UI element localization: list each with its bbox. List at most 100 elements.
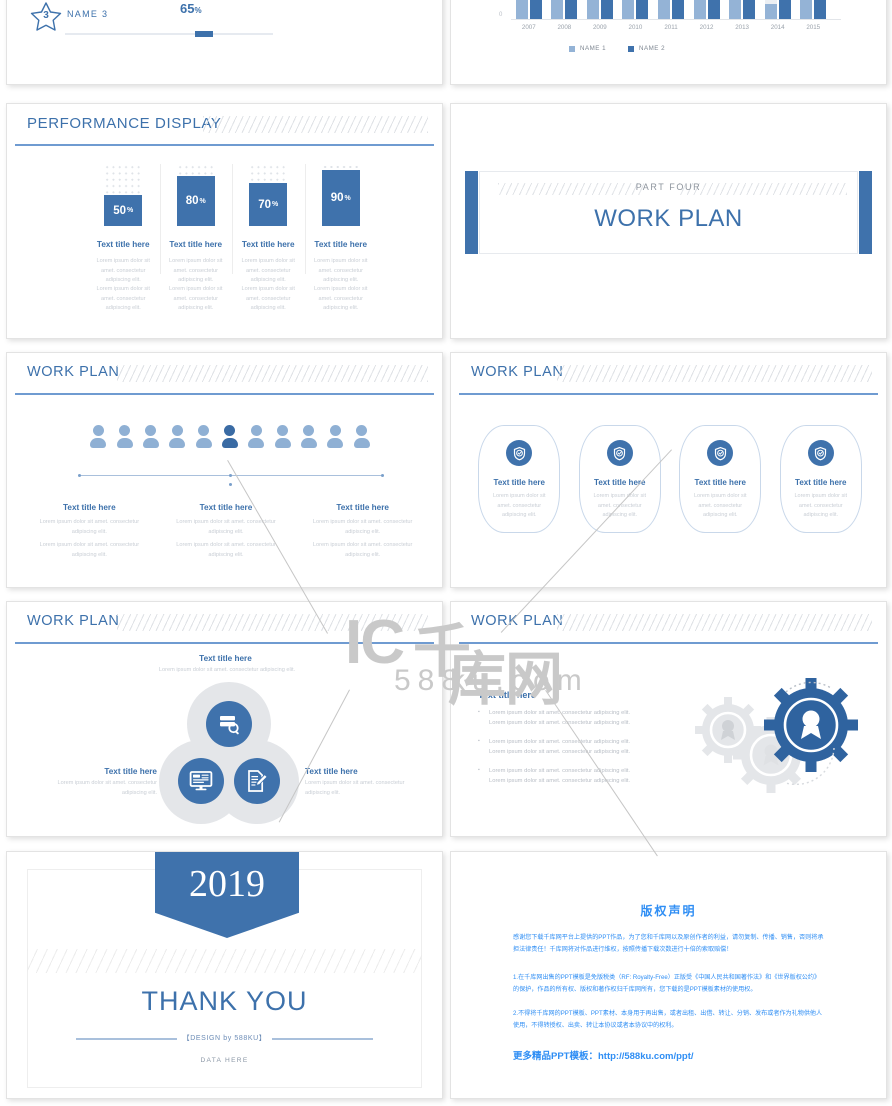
clover-top-body: Lorem ipsum dolor sit amet. consectetur … bbox=[158, 667, 296, 673]
bar-series-2 bbox=[672, 0, 684, 19]
person-body bbox=[353, 438, 370, 448]
copyright-link[interactable]: 更多精品PPT模板：http://588ku.com/ppt/ bbox=[513, 1048, 694, 1062]
slide-progress: 3 NAME 3 65% amet. consectetur adipiscin… bbox=[6, 0, 443, 85]
shield-card-title: Text title here bbox=[493, 478, 545, 487]
person-body bbox=[248, 438, 265, 448]
person-body bbox=[222, 438, 238, 448]
person-icon[interactable] bbox=[90, 425, 107, 448]
performance-symbol: % bbox=[344, 194, 351, 202]
shield-card[interactable]: Text title here Lorem ipsum dolor sit ame… bbox=[679, 425, 762, 533]
data-here-label: DATA HERE bbox=[200, 1057, 249, 1064]
section-part-label: PART FOUR bbox=[635, 182, 702, 192]
person-icon[interactable] bbox=[301, 425, 318, 448]
bar-series-2 bbox=[636, 0, 649, 19]
shield-card[interactable]: Text title here Lorem ipsum dolor sit ame… bbox=[779, 425, 862, 533]
design-credit: 【DESIGN by 588KU】 bbox=[182, 1035, 267, 1042]
performance-body-2: Lorem ipsum dolor sit amet. consectetur … bbox=[241, 286, 295, 311]
person-icon[interactable] bbox=[327, 425, 344, 448]
legend-label: NAME 2 bbox=[639, 45, 666, 52]
people-column-body-1: Lorem ipsum dolor sit amet. consectetur … bbox=[39, 519, 140, 535]
copyright-clause-1: 1.在千库网出售的PPT模板是免版税类（RF: Royalty-Free）正版受… bbox=[513, 974, 821, 994]
hatch-decoration bbox=[117, 614, 428, 631]
shield-card-body: Lorem ipsum dolor sit amet. consectetur … bbox=[794, 493, 848, 519]
shield-check-icon bbox=[606, 440, 633, 466]
header-rule bbox=[459, 393, 878, 395]
shield-card-title: Text title here bbox=[594, 478, 646, 487]
progress-percent-symbol: % bbox=[194, 6, 202, 15]
axis-dot-mid bbox=[229, 474, 232, 477]
person-head bbox=[303, 425, 315, 436]
shield-card-body: Lorem ipsum dolor sit amet. consectetur … bbox=[593, 493, 647, 519]
legend-item[interactable]: NAME 2 bbox=[628, 45, 665, 52]
person-head bbox=[329, 425, 341, 436]
legend-swatch bbox=[569, 45, 575, 52]
performance-body-1: Lorem ipsum dolor sit amet. consectetur … bbox=[169, 258, 223, 283]
person-head bbox=[92, 425, 104, 436]
monitor-icon[interactable] bbox=[178, 758, 224, 804]
people-column-title: Text title here bbox=[199, 503, 253, 512]
x-axis-line bbox=[511, 19, 841, 20]
progress-percent: 65% bbox=[180, 1, 202, 16]
shield-card[interactable]: Text title here Lorem ipsum dolor sit ame… bbox=[578, 425, 661, 533]
bar-group bbox=[511, 0, 831, 19]
person-head bbox=[356, 425, 368, 436]
slide-people-plan: WORK PLAN Text title here Lorem ipsum dol… bbox=[6, 352, 443, 588]
copyright-clause-2: 2.不得将千库网的PPT模板、PPT素材、本身用于再出售，或者出租、出借、转让、… bbox=[513, 1010, 823, 1030]
gears-heading: Text title here bbox=[478, 690, 536, 700]
star-number: 3 bbox=[43, 10, 49, 21]
thankyou-headline: THANK YOU bbox=[141, 986, 308, 1016]
person-body bbox=[274, 438, 291, 448]
gears-bullet: Lorem ipsum dolor sit amet. consectetur … bbox=[478, 766, 638, 787]
year-label: 2019 bbox=[189, 863, 265, 905]
hatch-decoration bbox=[203, 116, 428, 133]
person-icon-active[interactable] bbox=[222, 425, 238, 448]
slide-header: WORK PLAN bbox=[7, 602, 442, 642]
slide-bar-chart: 250 0 2007200820092010201120122013201420… bbox=[450, 0, 887, 85]
person-body bbox=[195, 438, 212, 448]
header-rule bbox=[15, 144, 434, 146]
clover-left-title: Text title here bbox=[104, 767, 157, 776]
clover-diagram bbox=[159, 682, 299, 827]
performance-value: 90 bbox=[330, 192, 344, 204]
x-tick-label: 2008 bbox=[557, 24, 572, 31]
people-column-body-2: Lorem ipsum dolor sit amet. consectetur … bbox=[176, 542, 276, 558]
bar-series-1 bbox=[515, 0, 528, 19]
performance-body-1: Lorem ipsum dolor sit amet. consectetur … bbox=[314, 258, 368, 283]
legend-label: NAME 1 bbox=[580, 45, 607, 52]
document-edit-icon[interactable] bbox=[234, 758, 280, 804]
header-rule bbox=[15, 642, 434, 644]
legend-item[interactable]: NAME 1 bbox=[569, 45, 606, 52]
performance-symbol: % bbox=[272, 201, 279, 208]
person-icon[interactable] bbox=[169, 425, 186, 448]
x-tick-label: 2011 bbox=[664, 24, 678, 31]
x-tick-label: 2012 bbox=[699, 24, 714, 31]
hatch-decoration bbox=[557, 614, 872, 631]
person-icon[interactable] bbox=[353, 425, 370, 448]
shield-check-icon bbox=[707, 440, 734, 466]
person-icon[interactable] bbox=[142, 425, 159, 448]
person-head bbox=[118, 425, 130, 436]
shield-card[interactable]: Text title here Lorem ipsum dolor sit ame… bbox=[478, 425, 561, 533]
server-search-icon[interactable] bbox=[206, 701, 252, 747]
person-icon[interactable] bbox=[248, 425, 265, 448]
hatch-decoration bbox=[117, 365, 428, 382]
performance-columns: 50% Text title here Lorem ipsum dolor sit … bbox=[87, 164, 377, 334]
performance-title: Text title here bbox=[241, 240, 295, 249]
slide-shields-plan: WORK PLAN Text title here Lorem ipsum dol… bbox=[450, 352, 887, 588]
shield-card-body: Lorem ipsum dolor sit amet. consectetur … bbox=[693, 493, 747, 519]
bar-series-1 bbox=[729, 0, 742, 19]
people-columns: Text title here Lorem ipsum dolor sit ame… bbox=[21, 503, 431, 583]
progress-knob[interactable] bbox=[195, 31, 213, 37]
dotted-placeholder bbox=[249, 164, 288, 183]
person-icon[interactable] bbox=[116, 425, 133, 448]
person-head bbox=[198, 425, 210, 436]
progress-track[interactable] bbox=[65, 33, 273, 35]
performance-value: 50 bbox=[113, 204, 127, 217]
slide-section-divider: PART FOUR WORK PLAN bbox=[450, 103, 887, 339]
page-title: WORK PLAN bbox=[471, 364, 564, 380]
column-divider bbox=[159, 164, 161, 274]
performance-value: 80 bbox=[185, 195, 199, 207]
section-title: WORK PLAN bbox=[594, 205, 743, 232]
person-icon[interactable] bbox=[274, 425, 291, 448]
person-icon[interactable] bbox=[195, 425, 212, 448]
